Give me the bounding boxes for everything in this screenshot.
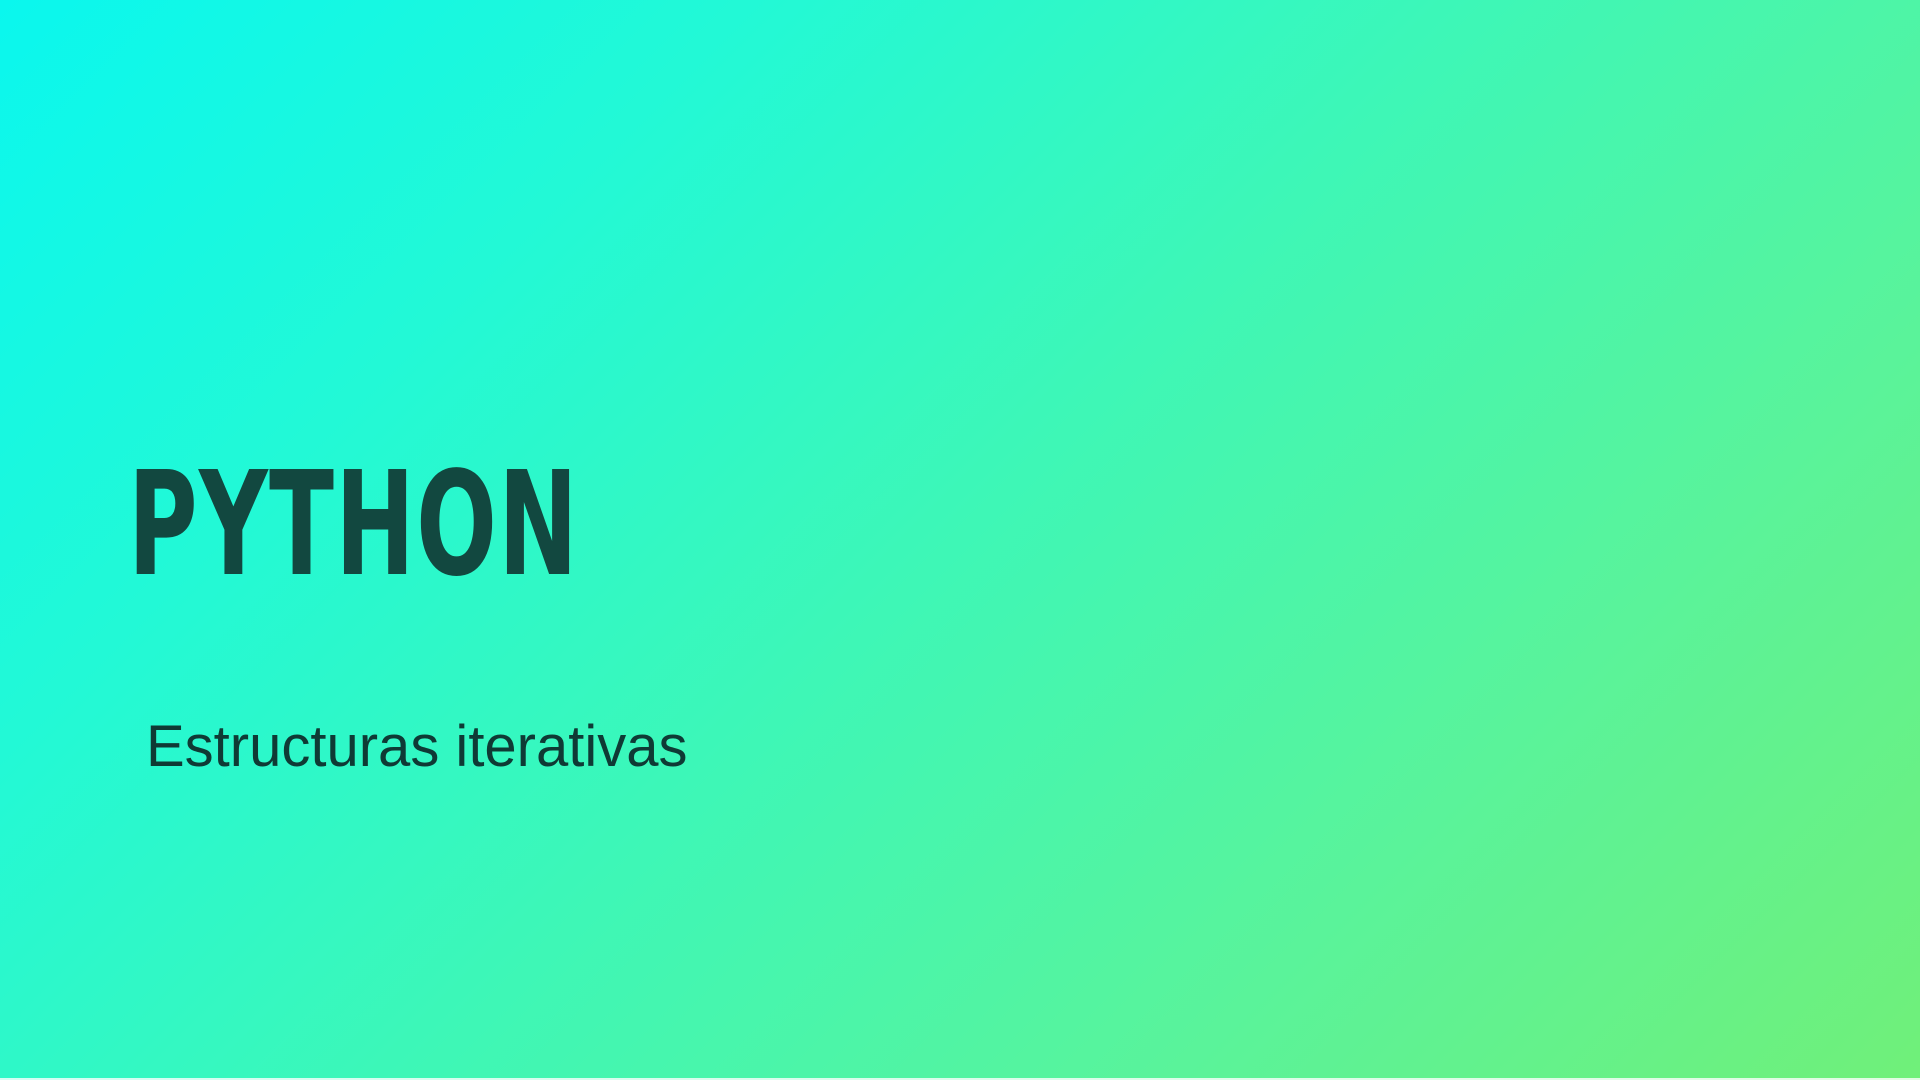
title-slide: PYTHON Estructuras iterativas bbox=[0, 0, 1920, 1080]
slide-title: PYTHON bbox=[128, 440, 580, 608]
slide-subtitle: Estructuras iterativas bbox=[146, 714, 688, 779]
